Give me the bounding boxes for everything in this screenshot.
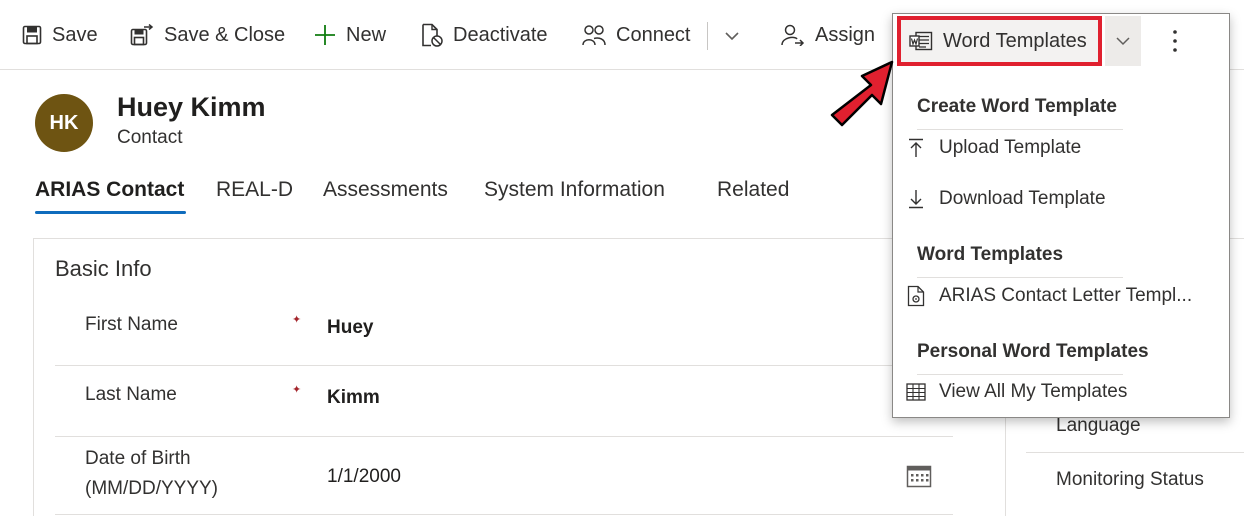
assign-icon <box>781 24 805 46</box>
active-tab-indicator <box>35 211 186 214</box>
tab-real-d[interactable]: REAL-D <box>216 178 293 202</box>
last-name-label: Last Name <box>85 384 177 405</box>
more-commands-button[interactable] <box>1163 24 1187 58</box>
avatar: HK <box>35 94 93 152</box>
upload-template-item[interactable]: Upload Template <box>905 133 1081 163</box>
row-divider <box>55 436 953 437</box>
tab-system-information[interactable]: System Information <box>484 178 665 202</box>
upload-template-label: Upload Template <box>939 137 1082 158</box>
table-icon <box>906 383 926 401</box>
red-arrow-icon <box>830 60 894 127</box>
group-divider <box>917 277 1123 278</box>
tab-arias-contact[interactable]: ARIAS Contact <box>35 178 184 202</box>
section-title: Basic Info <box>55 256 152 281</box>
first-name-label: First Name <box>85 314 178 335</box>
connect-label: Connect <box>616 23 691 46</box>
dob-label-line1: Date of Birth <box>85 448 191 469</box>
save-icon <box>22 25 42 45</box>
tab-related[interactable]: Related <box>717 178 789 202</box>
group-create-word-template: Create Word Template <box>917 96 1117 117</box>
dob-label-line2: (MM/DD/YYYY) <box>85 478 218 499</box>
new-label: New <box>346 23 387 46</box>
word-templates-label: Word Templates <box>943 29 1087 52</box>
dropdown-header: Word Templates <box>893 14 1229 68</box>
save-close-button[interactable]: Save & Close <box>130 18 285 52</box>
save-button[interactable]: Save <box>22 18 98 52</box>
download-icon <box>909 190 923 209</box>
download-template-label: Download Template <box>939 188 1106 209</box>
assign-label: Assign <box>815 23 876 46</box>
word-templates-button[interactable]: Word Templates <box>897 16 1102 66</box>
group-divider <box>917 129 1123 130</box>
calendar-button[interactable] <box>906 464 932 493</box>
document-gear-icon <box>907 285 925 307</box>
more-vertical-icon <box>1173 30 1177 52</box>
first-name-value[interactable]: Huey <box>327 317 373 339</box>
upload-icon <box>909 138 923 157</box>
chevron-down-icon <box>1116 37 1130 46</box>
new-button[interactable]: New <box>314 18 386 52</box>
deactivate-label: Deactivate <box>453 23 548 46</box>
required-marker: ✦ <box>292 384 302 396</box>
save-label: Save <box>52 23 98 46</box>
group-word-templates: Word Templates <box>917 244 1064 265</box>
word-template-icon <box>909 31 933 51</box>
callout-arrow <box>826 58 898 135</box>
dob-value[interactable]: 1/1/2000 <box>327 466 401 488</box>
record-type: Contact <box>117 127 183 148</box>
row-divider <box>55 514 953 515</box>
connect-more-chevron[interactable] <box>720 24 744 48</box>
view-all-my-templates-label: View All My Templates <box>939 381 1128 402</box>
monitoring-status-label: Monitoring Status <box>1056 469 1204 490</box>
assign-button[interactable]: Assign <box>781 18 875 52</box>
deactivate-icon <box>422 23 443 47</box>
row-divider <box>55 365 953 366</box>
download-template-item[interactable]: Download Template <box>905 184 1106 214</box>
save-close-label: Save & Close <box>164 23 286 46</box>
arias-contact-letter-template-item[interactable]: ARIAS Contact Letter Templ... <box>905 281 1192 311</box>
plus-icon <box>315 25 335 45</box>
required-marker: ✦ <box>292 314 302 326</box>
word-templates-dropdown: Word Templates Create Word Template Uplo… <box>892 13 1230 418</box>
calendar-icon <box>906 465 932 488</box>
last-name-value[interactable]: Kimm <box>327 387 380 409</box>
view-all-my-templates-item[interactable]: View All My Templates <box>905 377 1127 407</box>
save-close-icon <box>130 24 154 46</box>
word-templates-chevron[interactable] <box>1105 16 1141 66</box>
deactivate-button[interactable]: Deactivate <box>421 18 548 52</box>
side-divider <box>1026 452 1244 453</box>
record-name: Huey Kimm <box>117 92 266 122</box>
connect-icon <box>582 25 606 46</box>
language-label: Language <box>1056 415 1141 436</box>
arias-contact-letter-template-label: ARIAS Contact Letter Templ... <box>939 285 1193 306</box>
group-divider <box>917 374 1123 375</box>
command-separator <box>707 22 708 50</box>
chevron-down-icon <box>725 32 739 41</box>
tab-assessments[interactable]: Assessments <box>323 178 448 202</box>
group-personal-word-templates: Personal Word Templates <box>917 341 1149 362</box>
connect-button[interactable]: Connect <box>582 18 691 52</box>
